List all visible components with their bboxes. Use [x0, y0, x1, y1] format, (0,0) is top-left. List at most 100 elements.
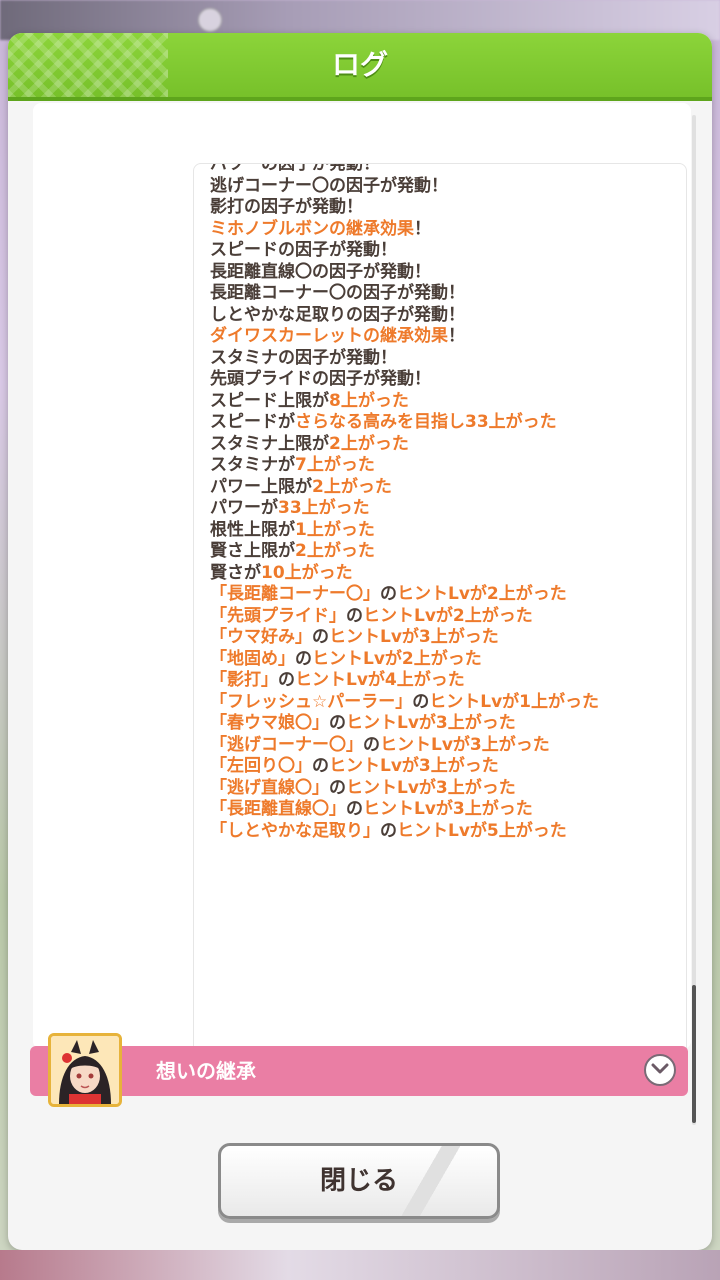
- log-highlight-text: ヒントLvが2上がった: [397, 584, 567, 604]
- log-line: 「ウマ好み」のヒントLvが3上がった: [210, 627, 640, 649]
- log-text: パワー上限が: [210, 476, 312, 497]
- log-panel: パワーの因子が発動！ 逃げコーナー〇の因子が発動！ 影打の因子が発動！ ミホノブルボン…: [33, 103, 691, 1095]
- log-text: の: [346, 799, 363, 819]
- log-highlight-text: ヒントLvが3上がった: [329, 756, 499, 776]
- log-highlight-text: ヒントLvが1上がった: [429, 691, 599, 712]
- log-highlight-text: ヒントLvが3上がった: [346, 713, 516, 733]
- log-highlight-text: ヒントLvが3上がった: [346, 777, 516, 798]
- log-text: 賢さ上限が: [210, 541, 295, 561]
- log-line: 長距離直線〇の因子が発動！: [210, 262, 640, 284]
- modal-header: ログ: [8, 33, 712, 101]
- log-text: スタミナの因子が発動！: [210, 347, 397, 368]
- log-line: 「しとやかな足取り」のヒントLvが5上がった: [210, 821, 640, 843]
- log-highlight-text: 「影打」: [210, 670, 278, 690]
- log-line: しとやかな足取りの因子が発動！: [210, 305, 640, 327]
- log-line: 「影打」のヒントLvが4上がった: [210, 670, 640, 692]
- log-text: 根性上限が: [210, 519, 295, 540]
- log-highlight-text: 「左回り〇」: [210, 756, 312, 776]
- log-line: 逃げコーナー〇の因子が発動！: [210, 176, 640, 198]
- log-line: 影打の因子が発動！: [210, 197, 640, 219]
- log-text: の: [346, 605, 363, 626]
- log-text: 長距離コーナー〇の因子が発動！: [210, 283, 465, 303]
- log-highlight-text: ヒントLvが3上がった: [329, 627, 499, 647]
- log-highlight-text: ヒントLvが4上がった: [295, 670, 465, 690]
- log-highlight-text: 2上がった: [329, 433, 409, 454]
- close-button[interactable]: 閉じる: [218, 1143, 500, 1219]
- log-lines: パワーの因子が発動！ 逃げコーナー〇の因子が発動！ 影打の因子が発動！ ミホノブルボン…: [210, 163, 640, 843]
- log-line: ミホノブルボンの継承効果！: [210, 219, 640, 241]
- log-text: 長距離直線〇の因子が発動！: [210, 261, 431, 282]
- log-highlight-text: 「逃げコーナー〇」: [210, 734, 363, 755]
- modal-title: ログ: [331, 48, 388, 81]
- log-line: スピードがさらなる高みを目指し33上がった: [210, 412, 640, 434]
- log-line: 賢さが10上がった: [210, 563, 640, 585]
- log-line: 「逃げコーナー〇」のヒントLvが3上がった: [210, 735, 640, 757]
- log-text: の: [329, 777, 346, 798]
- inherit-section-header[interactable]: 想いの継承: [30, 1046, 688, 1096]
- log-highlight-text: 「地固め」: [210, 648, 295, 669]
- log-line: 先頭プライドの因子が発動！: [210, 369, 640, 391]
- log-line: 「逃げ直線〇」のヒントLvが3上がった: [210, 778, 640, 800]
- chevron-down-icon[interactable]: [644, 1054, 676, 1086]
- log-line: 「先頭プライド」のヒントLvが2上がった: [210, 606, 640, 628]
- log-line: パワーの因子が発動！: [210, 163, 640, 176]
- log-highlight-text: ヒントLvが3上がった: [380, 734, 550, 755]
- log-line: 「長距離直線〇」のヒントLvが3上がった: [210, 799, 640, 821]
- log-highlight-text: 「長距離直線〇」: [210, 799, 346, 819]
- log-highlight-text: ヒントLvが2上がった: [363, 605, 533, 626]
- log-highlight-text: 7上がった: [295, 455, 375, 475]
- log-highlight-text: 「先頭プライド」: [210, 605, 346, 626]
- log-highlight-text: 8上がった: [329, 390, 409, 411]
- log-line: パワー上限が2上がった: [210, 477, 640, 499]
- log-highlight-text: 「しとやかな足取り」: [210, 820, 380, 841]
- log-line: 「フレッシュ☆パーラー」のヒントLvが1上がった: [210, 692, 640, 714]
- log-text: 逃げコーナー〇の因子が発動！: [210, 175, 448, 196]
- log-text: スピードが: [210, 412, 295, 432]
- log-text: の: [380, 820, 397, 841]
- scrollbar-thumb[interactable]: [692, 985, 696, 1123]
- log-text: の: [295, 648, 312, 669]
- log-line: スタミナの因子が発動！: [210, 348, 640, 370]
- log-modal: ログ パワーの因子が発動！ 逃げコーナー〇の因子が発動！ 影打の因子が発動！ ミホノブ…: [8, 33, 712, 1250]
- character-avatar: [48, 1033, 122, 1107]
- inherit-section-label: 想いの継承: [156, 1059, 256, 1083]
- log-line: スタミナ上限が2上がった: [210, 434, 640, 456]
- log-text: の: [412, 691, 430, 712]
- log-scroll-area[interactable]: パワーの因子が発動！ 逃げコーナー〇の因子が発動！ 影打の因子が発動！ ミホノブルボン…: [193, 163, 687, 1095]
- log-text: の: [312, 627, 329, 647]
- close-button-label: 閉じる: [319, 1166, 398, 1196]
- log-highlight-text: 「フレッシュ☆パーラー」: [210, 691, 413, 712]
- log-line: 「長距離コーナー〇」のヒントLvが2上がった: [210, 584, 640, 606]
- log-text: ！: [414, 218, 431, 239]
- log-text: の: [329, 713, 346, 733]
- log-text: の: [363, 734, 380, 755]
- log-text: 先頭プライドの因子が発動！: [210, 369, 431, 389]
- log-line: パワーが33上がった: [210, 498, 640, 520]
- log-line: ダイワスカーレットの継承効果！: [210, 326, 640, 348]
- log-highlight-text: ミホノブルボンの継承効果: [210, 218, 414, 239]
- log-highlight-text: 33上がった: [278, 498, 370, 518]
- log-text: ！: [448, 326, 465, 346]
- log-line: スピード上限が8上がった: [210, 391, 640, 413]
- log-text: しとやかな足取りの因子が発動！: [210, 304, 465, 325]
- log-line: 「地固め」のヒントLvが2上がった: [210, 649, 640, 671]
- log-line: 「左回り〇」のヒントLvが3上がった: [210, 756, 640, 778]
- background-button: [198, 8, 222, 32]
- log-highlight-text: 「長距離コーナー〇」: [210, 584, 380, 604]
- log-highlight-text: 2上がった: [295, 541, 375, 561]
- log-highlight-text: ヒントLvが3上がった: [363, 799, 533, 819]
- log-line: 「春ウマ娘〇」のヒントLvが3上がった: [210, 713, 640, 735]
- log-text: パワーの因子が発動！: [210, 163, 380, 174]
- log-highlight-text: 1上がった: [295, 519, 375, 540]
- background-bottom-bar: [0, 1250, 720, 1280]
- log-highlight-text: 「ウマ好み」: [210, 627, 312, 647]
- log-text: スピード上限が: [210, 390, 329, 411]
- log-highlight-text: ヒントLvが2上がった: [312, 648, 482, 669]
- log-text: 賢さが: [210, 562, 261, 583]
- log-text: の: [278, 670, 295, 690]
- log-highlight-text: 10上がった: [261, 562, 353, 583]
- scrollbar[interactable]: [692, 115, 696, 1125]
- log-text: の: [380, 584, 397, 604]
- log-line: スタミナが7上がった: [210, 455, 640, 477]
- log-line: 長距離コーナー〇の因子が発動！: [210, 283, 640, 305]
